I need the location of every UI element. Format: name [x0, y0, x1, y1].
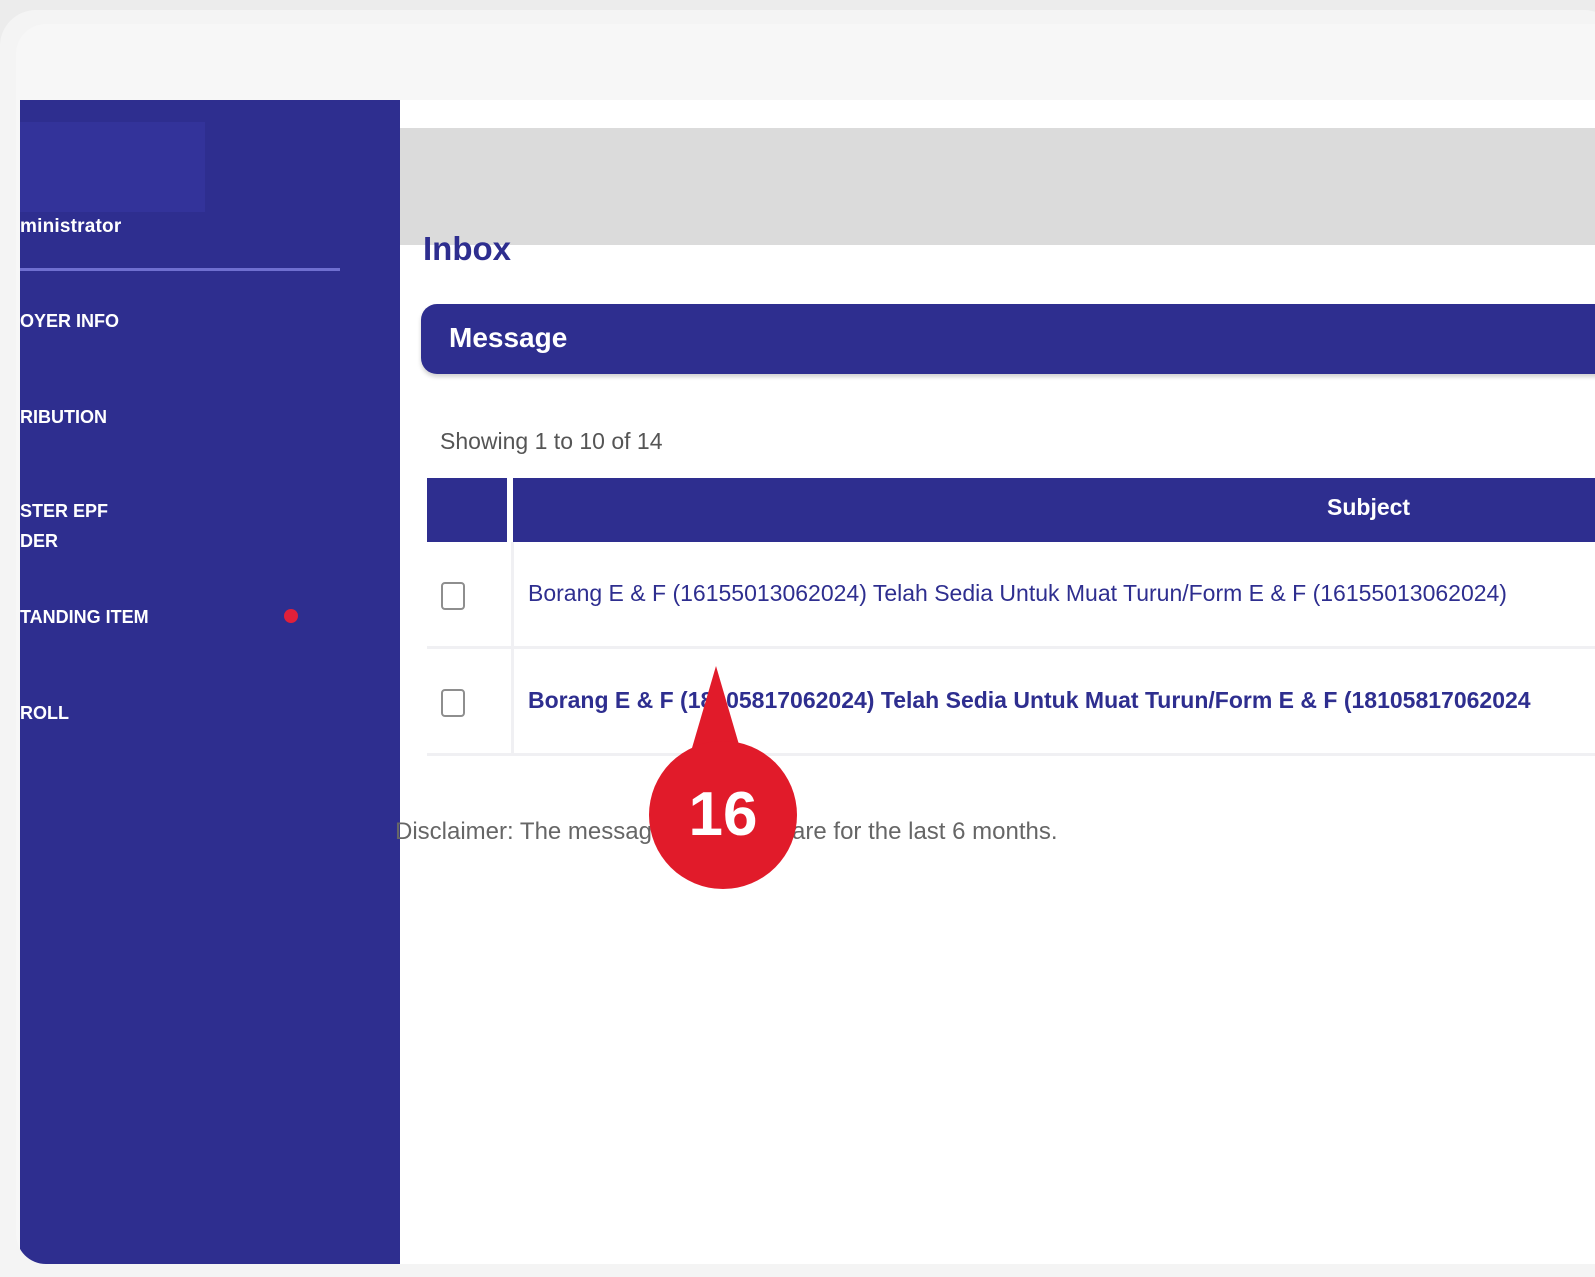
logo: [20, 122, 205, 212]
messages-table: Subject Borang E & F (16155013062024) Te…: [427, 478, 1595, 756]
sidebar-item-register-epf-member[interactable]: STER EPF DER: [20, 496, 108, 556]
table-row[interactable]: Borang E & F (18105817062024) Telah Sedi…: [427, 649, 1595, 756]
callout-number: 16: [688, 780, 758, 849]
sidebar-divider: [20, 268, 340, 271]
table-row[interactable]: Borang E & F (16155013062024) Telah Sedi…: [427, 542, 1595, 649]
sidebar-item-contribution[interactable]: RIBUTION: [20, 402, 107, 432]
sidebar: ministrator OYER INFO RIBUTION STER EPF …: [20, 100, 400, 1264]
message-subject-link[interactable]: Borang E & F (16155013062024) Telah Sedi…: [528, 580, 1507, 607]
table-header: Subject: [427, 478, 1595, 542]
checkbox-cell: [427, 649, 514, 753]
sidebar-item-employer-info[interactable]: OYER INFO: [20, 306, 119, 336]
section-header-message: Message: [421, 304, 1595, 374]
column-header-subject[interactable]: Subject: [1327, 494, 1410, 521]
section-label: Message: [449, 322, 568, 353]
page-title: Inbox: [423, 230, 511, 267]
sidebar-item-outstanding-item[interactable]: TANDING ITEM: [20, 602, 149, 632]
checkbox-cell: [427, 542, 514, 646]
pagination-info: Showing 1 to 10 of 14: [440, 428, 663, 454]
step-callout-badge: 16: [648, 666, 798, 890]
top-header-bar: [400, 128, 1595, 245]
row-checkbox[interactable]: [441, 582, 465, 610]
header-checkbox-column: [427, 478, 513, 542]
user-role: ministrator: [20, 216, 122, 237]
sidebar-item-payroll[interactable]: ROLL: [20, 698, 69, 728]
notification-dot: [284, 609, 298, 623]
row-checkbox[interactable]: [441, 689, 465, 717]
